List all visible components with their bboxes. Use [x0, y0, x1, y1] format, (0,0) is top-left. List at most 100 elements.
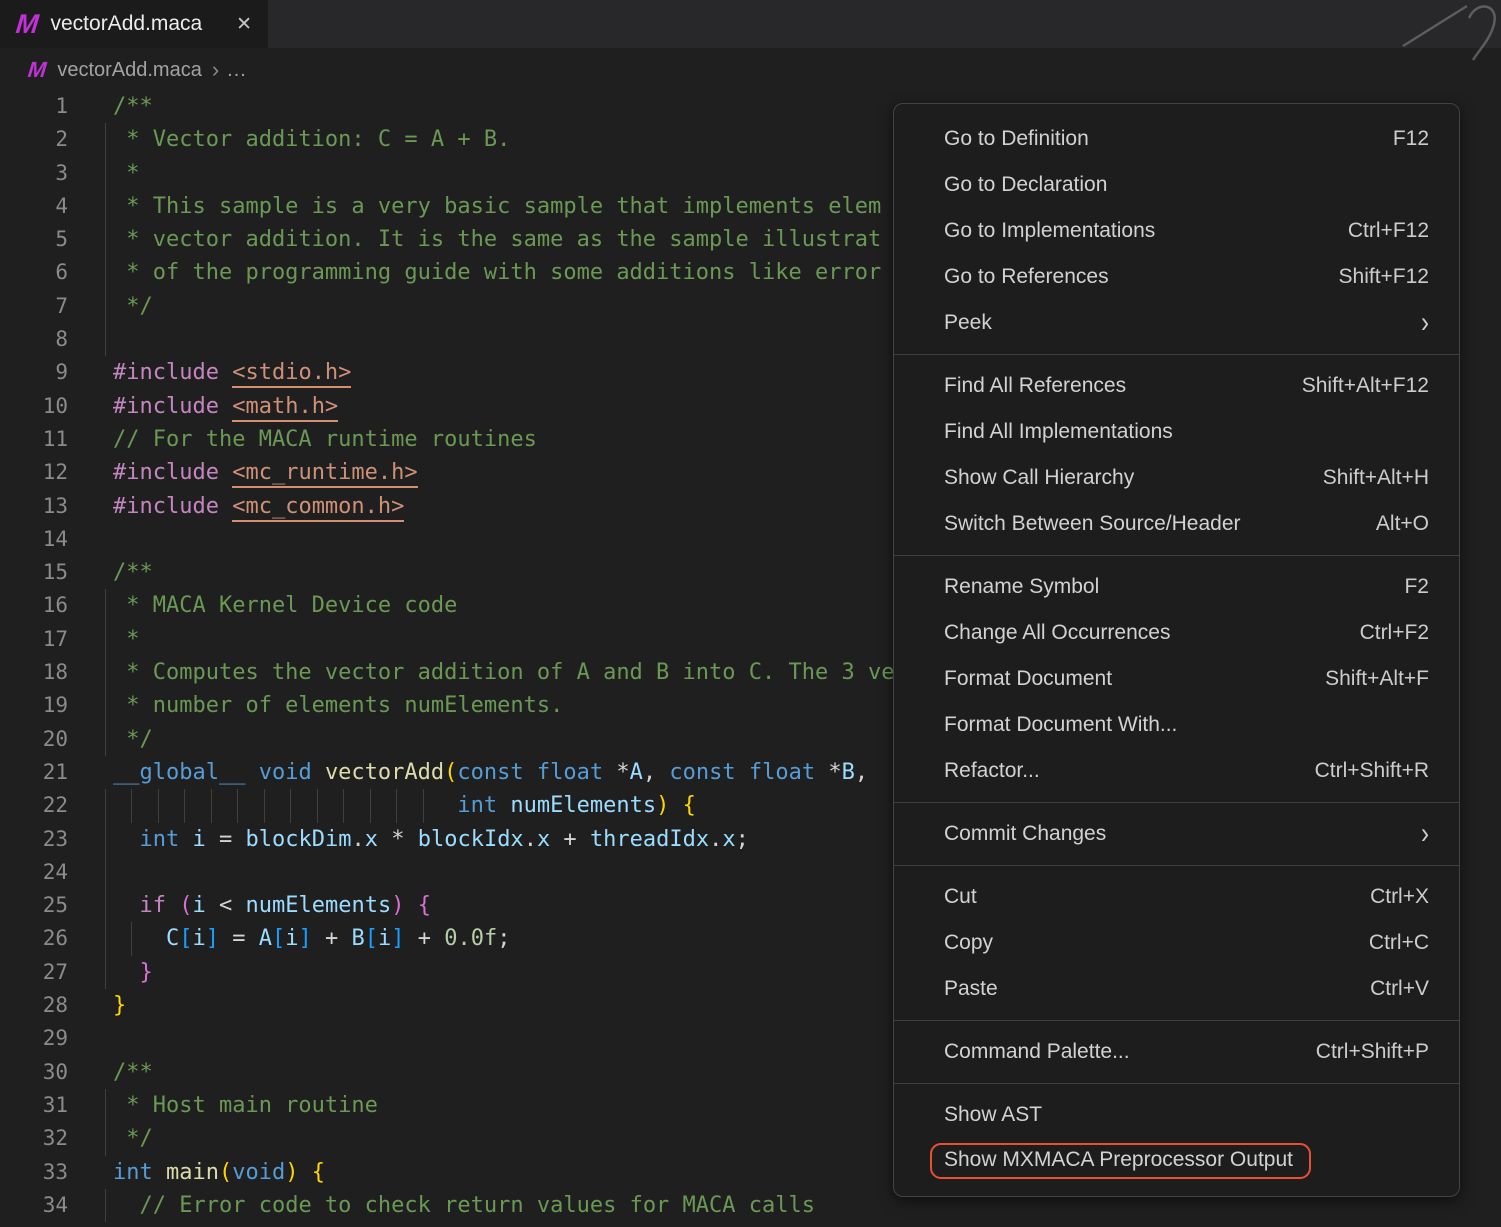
- menu-item-refactor[interactable]: Refactor...Ctrl+Shift+R: [894, 748, 1459, 794]
- line-number: 29: [0, 1022, 68, 1055]
- line-number: 5: [0, 223, 68, 256]
- code-token: const: [669, 760, 735, 785]
- code-token: [: [365, 926, 378, 951]
- indent-guide: [105, 689, 106, 722]
- menu-item-label: Go to Definition: [944, 127, 1089, 151]
- code-token: /**: [113, 560, 153, 585]
- menu-item-find-all-references[interactable]: Find All ReferencesShift+Alt+F12: [894, 363, 1459, 409]
- menu-separator: [894, 865, 1459, 866]
- menu-item-label: Commit Changes: [944, 822, 1106, 846]
- line-number: 14: [0, 523, 68, 556]
- indent-guide: [264, 789, 265, 822]
- menu-item-label: Go to Implementations: [944, 219, 1155, 243]
- code-token: <stdio.h>: [232, 360, 351, 388]
- menu-item-show-mxmaca-preprocessor-output[interactable]: Show MXMACA Preprocessor Output: [894, 1138, 1459, 1184]
- line-number: 26: [0, 922, 68, 955]
- line-number: 2: [0, 123, 68, 156]
- context-menu: Go to DefinitionF12Go to DeclarationGo t…: [893, 103, 1460, 1197]
- menu-item-label: Change All Occurrences: [944, 621, 1170, 645]
- code-token: {: [683, 793, 696, 818]
- menu-item-go-to-references[interactable]: Go to ReferencesShift+F12: [894, 254, 1459, 300]
- menu-item-command-palette[interactable]: Command Palette...Ctrl+Shift+P: [894, 1029, 1459, 1075]
- menu-item-label: Copy: [944, 931, 993, 955]
- code-token: main: [166, 1160, 219, 1185]
- breadcrumb-more[interactable]: ...: [227, 59, 247, 82]
- code-token: =: [219, 926, 259, 951]
- menu-item-label: Peek: [944, 311, 992, 335]
- code-token: C: [166, 926, 179, 951]
- menu-item-commit-changes[interactable]: Commit Changes›: [894, 811, 1459, 857]
- code-token: [113, 1193, 140, 1218]
- code-token: vectorAdd: [325, 760, 444, 785]
- menu-shortcut: Ctrl+F2: [1360, 621, 1429, 645]
- menu-item-cut[interactable]: CutCtrl+X: [894, 874, 1459, 920]
- indent-guide: [105, 956, 106, 989]
- code-token: =: [206, 827, 246, 852]
- menu-item-label: Find All References: [944, 374, 1126, 398]
- indent-guide: [105, 889, 106, 922]
- menu-item-show-ast[interactable]: Show AST: [894, 1092, 1459, 1138]
- line-number: 27: [0, 956, 68, 989]
- tab-bar: M vectorAdd.maca ✕: [0, 0, 1501, 48]
- menu-item-rename-symbol[interactable]: Rename Symbol F2: [894, 564, 1459, 610]
- code-token: #include: [113, 394, 232, 419]
- code-token: * number of elements numElements.: [113, 693, 563, 718]
- code-token: ]: [206, 926, 219, 951]
- code-token: ): [391, 893, 404, 918]
- menu-separator: [894, 802, 1459, 803]
- code-token: blockIdx: [418, 827, 524, 852]
- code-token: if: [140, 893, 167, 918]
- code-token: * Host main routine: [113, 1093, 378, 1118]
- code-token: [113, 893, 140, 918]
- code-token: void: [259, 760, 312, 785]
- menu-item-copy[interactable]: CopyCtrl+C: [894, 920, 1459, 966]
- menu-item-label: Show Call Hierarchy: [944, 466, 1134, 490]
- code-token: [736, 760, 749, 785]
- indent-guide: [105, 656, 106, 689]
- menu-item-format-document[interactable]: Format DocumentShift+Alt+F: [894, 656, 1459, 702]
- menu-item-label: Rename Symbol: [944, 575, 1099, 599]
- code-token: +: [404, 926, 444, 951]
- code-token: }: [140, 960, 153, 985]
- menu-separator: [894, 354, 1459, 355]
- line-number: 3: [0, 157, 68, 190]
- line-number: 25: [0, 889, 68, 922]
- menu-item-go-to-definition[interactable]: Go to Definition F12: [894, 116, 1459, 162]
- menu-item-find-all-implementations[interactable]: Find All Implementations: [894, 409, 1459, 455]
- code-token: numElements: [246, 893, 392, 918]
- line-number: 6: [0, 256, 68, 289]
- menu-shortcut: F2: [1404, 575, 1429, 599]
- menu-separator: [894, 1020, 1459, 1021]
- code-token: [113, 793, 457, 818]
- tab-close-icon[interactable]: ✕: [232, 11, 256, 38]
- code-token: 0.0f: [444, 926, 497, 951]
- line-number: 4: [0, 190, 68, 223]
- menu-item-label: Show AST: [944, 1103, 1042, 1127]
- corner-decoration: [1381, 0, 1501, 70]
- code-token: int: [113, 1160, 153, 1185]
- menu-shortcut: F12: [1393, 127, 1429, 151]
- menu-shortcut: Shift+F12: [1339, 265, 1429, 289]
- code-token: [166, 893, 179, 918]
- menu-item-peek[interactable]: Peek›: [894, 300, 1459, 346]
- code-token: [524, 760, 537, 785]
- line-number: 13: [0, 490, 68, 523]
- code-token: float: [749, 760, 815, 785]
- menu-item-change-all-occurrences[interactable]: Change All Occurrences Ctrl+F2: [894, 610, 1459, 656]
- code-token: [113, 960, 140, 985]
- menu-item-go-to-implementations[interactable]: Go to ImplementationsCtrl+F12: [894, 208, 1459, 254]
- indent-guide: [105, 290, 106, 323]
- menu-item-switch-between-source-header[interactable]: Switch Between Source/HeaderAlt+O: [894, 501, 1459, 547]
- tab-vectoradd-maca[interactable]: M vectorAdd.maca ✕: [0, 0, 268, 48]
- indent-guide: [105, 157, 106, 190]
- menu-item-go-to-declaration[interactable]: Go to Declaration: [894, 162, 1459, 208]
- breadcrumb[interactable]: M vectorAdd.maca › ...: [0, 48, 1501, 92]
- menu-item-paste[interactable]: PasteCtrl+V: [894, 966, 1459, 1012]
- menu-item-show-call-hierarchy[interactable]: Show Call HierarchyShift+Alt+H: [894, 455, 1459, 501]
- code-token: * of the programming guide with some add…: [113, 260, 881, 285]
- indent-guide: [343, 789, 344, 822]
- indent-guide: [211, 789, 212, 822]
- menu-item-format-document-with[interactable]: Format Document With...: [894, 702, 1459, 748]
- breadcrumb-file[interactable]: vectorAdd.maca: [57, 59, 202, 82]
- line-number: 12: [0, 456, 68, 489]
